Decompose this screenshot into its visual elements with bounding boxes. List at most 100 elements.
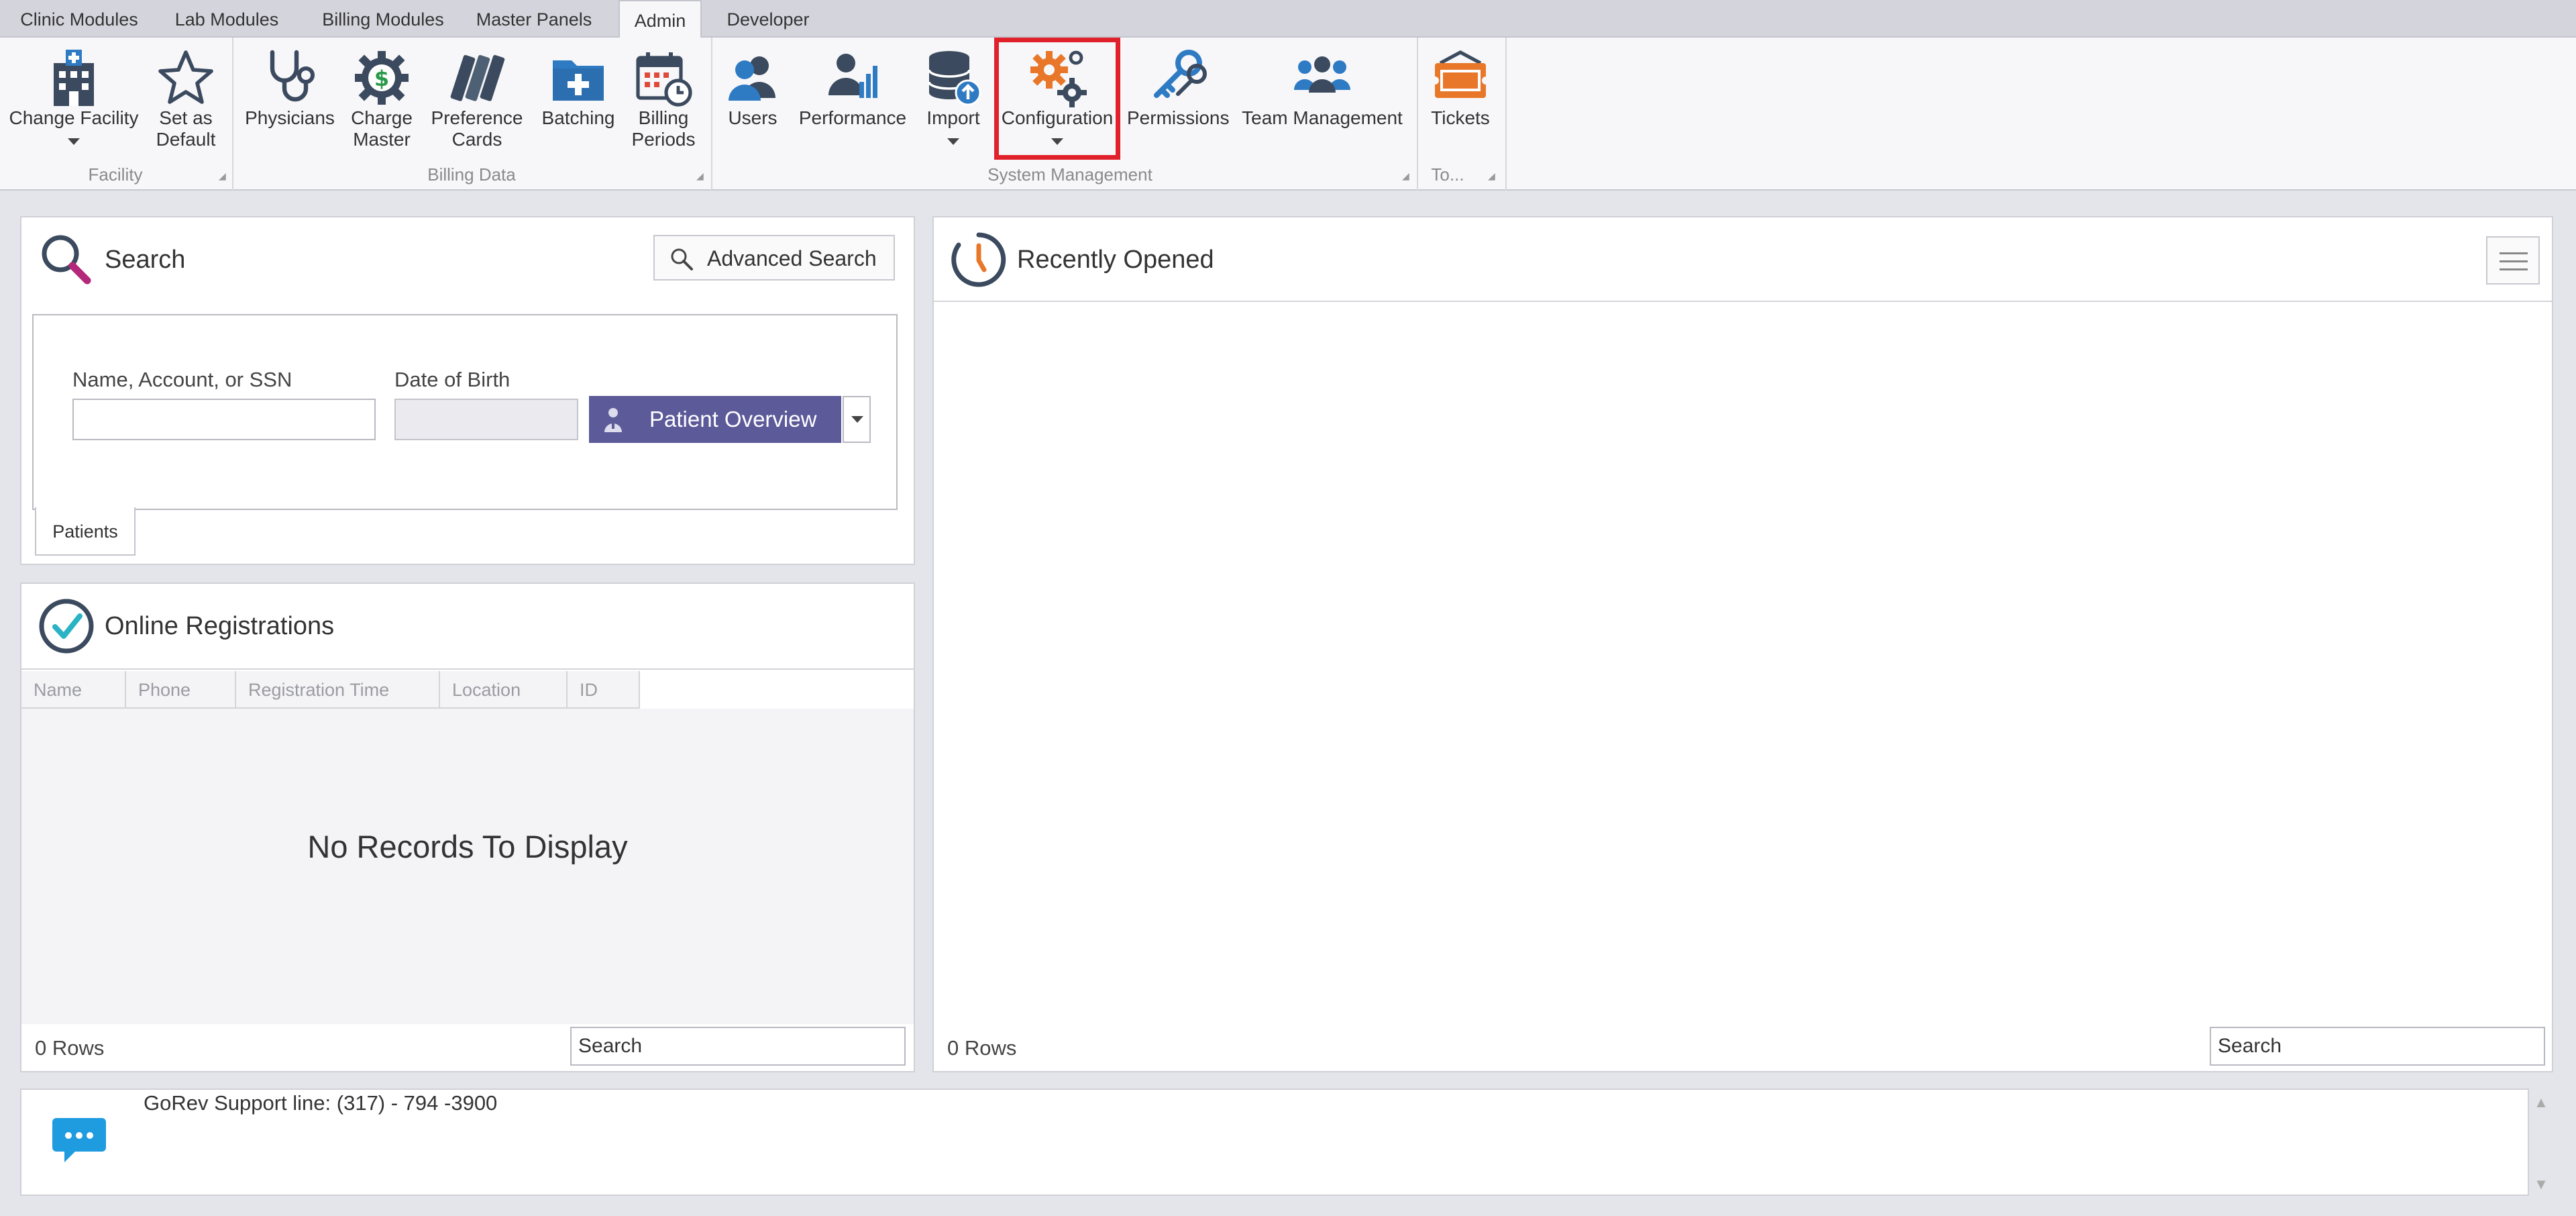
batching-button[interactable]: Batching [535,43,621,160]
physicians-button[interactable]: Physicians [243,43,337,160]
patient-overview-label: Patient Overview [649,407,817,432]
advanced-search-label: Advanced Search [707,246,877,270]
registrations-grid-body [21,709,914,1024]
billing-periods-label-1: Billing [638,107,689,128]
group-label-billing-data: Billing Data [427,164,516,185]
chevron-down-icon [68,138,80,145]
group-label-tools: To... [1431,164,1464,185]
group-launcher-icon[interactable]: ◢ [1488,170,1497,181]
tab-master-panels[interactable]: Master Panels [470,0,598,38]
permissions-button[interactable]: Permissions [1127,43,1229,160]
tab-developer[interactable]: Developer [718,0,818,38]
search-icon [671,248,693,270]
charge-master-button[interactable]: $ Charge Master [343,43,420,160]
import-button[interactable]: Import [918,43,989,160]
medical-folder-icon [547,47,609,109]
preference-cards-label-2: Cards [451,129,502,150]
group-launcher-icon[interactable]: ◢ [219,170,228,181]
recent-row-count: 0 Rows [947,1036,1017,1060]
stethoscope-icon [259,47,321,109]
group-launcher-icon[interactable]: ◢ [1402,170,1411,181]
support-line-text: GoRev Support line: (317) - 794 -3900 [144,1091,498,1115]
tab-lab-modules[interactable]: Lab Modules [165,0,288,38]
users-icon [722,47,784,109]
patient-icon [604,408,622,432]
name-account-ssn-input[interactable] [72,399,376,440]
tab-billing-modules[interactable]: Billing Modules [309,0,458,38]
search-title: Search [105,246,186,274]
recently-opened-panel [932,216,2553,1072]
tab-clinic-modules[interactable]: Clinic Modules [9,0,149,38]
advanced-search-button[interactable]: Advanced Search [653,235,895,281]
database-upload-icon [922,47,984,109]
change-facility-button[interactable]: Change Facility [7,43,141,160]
hamburger-icon [2500,252,2528,254]
recent-menu-button[interactable] [2486,236,2540,285]
team-icon [1291,47,1353,109]
no-records-message: No Records To Display [307,829,628,864]
set-as-default-button[interactable]: Set as Default [148,43,224,160]
group-divider [1505,38,1507,191]
ticket-icon [1430,47,1491,109]
search-magnifier-icon [38,231,95,289]
tickets-label: Tickets [1431,107,1490,128]
performance-button[interactable]: Performance [796,43,910,160]
set-as-default-label-2: Default [156,129,216,150]
team-management-button[interactable]: Team Management [1240,43,1405,160]
recent-search-input[interactable] [2210,1027,2545,1066]
charge-master-label-1: Charge [351,107,413,128]
calendar-clock-icon [633,47,694,109]
team-management-label: Team Management [1242,107,1403,128]
tab-patients[interactable]: Patients [35,507,136,556]
dollar-gear-icon: $ [351,47,413,109]
charge-master-label-2: Master [353,129,411,150]
users-button[interactable]: Users [719,43,786,160]
physicians-label: Physicians [245,107,335,128]
clock-icon [950,231,1008,289]
preference-cards-button[interactable]: Preference Cards [427,43,527,160]
billing-periods-label-2: Periods [631,129,696,150]
ribbon: Change Facility Set as Default Facility … [0,38,2576,191]
online-registrations-title: Online Registrations [105,612,335,640]
name-field-label: Name, Account, or SSN [72,368,292,391]
star-icon [155,47,217,109]
date-of-birth-input[interactable] [394,399,578,440]
set-as-default-label-1: Set as [159,107,213,128]
group-label-system-management: System Management [987,164,1152,185]
column-header-name[interactable]: Name [21,671,126,709]
registrations-search-input[interactable] [570,1027,906,1066]
keys-icon [1147,47,1209,109]
tickets-button[interactable]: Tickets [1425,43,1496,160]
dob-field-label: Date of Birth [394,368,511,391]
scroll-up-icon[interactable]: ▲ [2533,1094,2549,1111]
patient-overview-button[interactable]: Patient Overview [589,396,841,443]
check-circle-icon [38,597,95,655]
users-label: Users [728,107,777,128]
ribbon-tab-bar: Clinic Modules Lab Modules Billing Modul… [0,0,2576,39]
column-header-phone[interactable]: Phone [126,671,236,709]
column-header-location[interactable]: Location [440,671,568,709]
divider [21,668,914,670]
scroll-down-icon[interactable]: ▼ [2533,1176,2549,1193]
cards-icon [446,47,508,109]
divider [934,301,2552,302]
change-facility-label: Change Facility [9,107,139,128]
chevron-down-icon [851,416,863,423]
user-chart-icon [822,47,883,109]
tab-admin[interactable]: Admin [619,0,702,39]
hospital-icon [43,47,105,109]
performance-label: Performance [798,107,907,128]
column-header-registration-time[interactable]: Registration Time [236,671,440,709]
recently-opened-title: Recently Opened [1017,246,1214,274]
column-header-id[interactable]: ID [568,671,640,709]
chevron-down-icon [947,138,959,145]
import-label: Import [926,107,980,128]
configuration-highlight-box [994,38,1120,160]
svg-text:$: $ [374,66,389,91]
permissions-label: Permissions [1127,107,1230,128]
group-label-facility: Facility [88,164,143,185]
patient-overview-dropdown[interactable] [843,396,871,443]
batching-label: Batching [541,107,615,128]
group-launcher-icon[interactable]: ◢ [696,170,706,181]
billing-periods-button[interactable]: Billing Periods [624,43,703,160]
